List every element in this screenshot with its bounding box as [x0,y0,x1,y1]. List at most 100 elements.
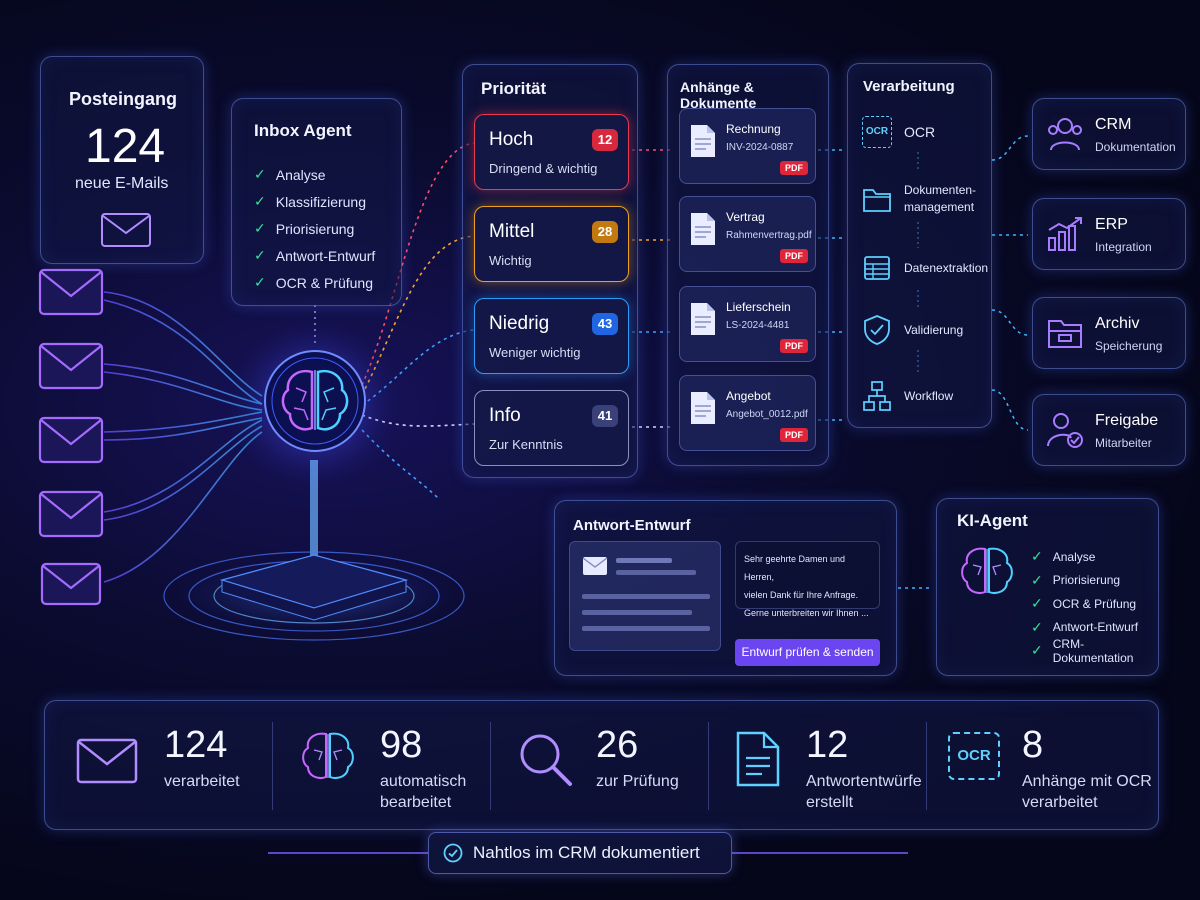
priority-desc: Dringend & wichtig [489,161,598,176]
inbox-label: neue E-Mails [75,175,169,192]
step-label: Workflow [904,388,954,403]
document-card[interactable]: Lieferschein LS-2024-4481 PDF [679,286,816,362]
stat-label: automatisch bearbeitet [380,773,467,811]
archive-icon [1048,320,1082,348]
brain-core [262,348,368,454]
file-icon [691,303,715,335]
target-sub: Speicherung [1095,339,1163,353]
ki-agent-title: KI-Agent [957,511,1028,530]
mail-icon [101,213,151,247]
priority-name: Niedrig [489,313,550,334]
check-icon: ✓ [1031,642,1043,659]
stat-value: 26 [596,724,639,766]
check-icon: ✓ [254,166,266,182]
pdf-badge: PDF [780,428,808,442]
priority-desc: Weniger wichtig [489,345,581,360]
document-card[interactable]: Angebot Angebot_0012.pdf PDF [679,375,816,451]
step-label: Validierung [904,322,964,337]
target-crm[interactable]: CRM Dokumentation [1032,98,1186,170]
document-file: Rahmenvertrag.pdf [726,230,812,241]
shield-check-icon [864,315,890,345]
priority-desc: Zur Kenntnis [489,437,563,452]
priority-title: Priorität [481,79,547,98]
check-icon: ✓ [1031,571,1043,588]
file-icon [691,125,715,157]
target-freigabe[interactable]: Freigabe Mitarbeiter [1032,394,1186,466]
step-label: OCR [904,123,936,140]
attachments-title: Anhänge & Dokumente [680,79,757,111]
bar-chart-icon [1048,217,1082,251]
ki-feature-item: ✓ Analyse [1031,548,1096,565]
review-send-button[interactable]: Entwurf prüfen & senden [735,639,880,666]
ocr-icon: OCR [862,116,892,148]
priority-count-badge: 28 [592,221,618,243]
target-sub: Mitarbeiter [1095,436,1152,450]
stat-divider [490,722,491,810]
file-icon [691,392,715,424]
document-file: Angebot_0012.pdf [726,409,808,420]
document-icon [736,731,780,787]
agent-title: Inbox Agent [254,121,352,140]
ki-feature-item: ✓ Antwort-Entwurf [1031,618,1139,635]
priority-count-badge: 41 [592,405,618,427]
check-icon: ✓ [1031,595,1043,612]
target-name: ERP [1095,216,1128,233]
check-icon: ✓ [254,193,266,209]
stat-divider [926,722,927,810]
step-label: Dokumenten-management [904,183,977,214]
check-circle-icon [443,843,463,863]
stat-label: Antwortentwürfe erstellt [806,773,922,811]
stat-label: verarbeitet [164,773,240,790]
ki-feature-item: ✓ OCR & Prüfung [1031,595,1137,612]
reply-draft-panel: Antwort-Entwurf Sehr geehrte Damen und H… [554,500,897,676]
process-step-extraction: Datenextraktion [862,254,988,282]
process-step-validation: Validierung [862,314,963,346]
reply-title: Antwort-Entwurf [573,517,691,534]
check-icon: ✓ [254,220,266,236]
process-step-ocr: OCR OCR [862,116,935,148]
pdf-badge: PDF [780,339,808,353]
inbox-agent-panel: Inbox Agent ✓ Analyse ✓ Klassifizierung ✓ P… [231,98,402,306]
priority-count-badge: 43 [592,313,618,335]
document-card[interactable]: Rechnung INV-2024-0887 PDF [679,108,816,184]
reply-text-box: Sehr geehrte Damen und Herren, vielen Da… [735,541,880,618]
stat-label: zur Prüfung [596,773,679,790]
users-icon [1048,118,1082,151]
stat-divider [272,722,273,810]
file-icon [691,213,715,245]
stat-value: 98 [380,724,423,766]
preview-line [582,610,692,615]
target-archiv[interactable]: Archiv Speicherung [1032,297,1186,369]
stat-value: 124 [164,724,228,766]
target-erp[interactable]: ERP Integration [1032,198,1186,270]
check-icon: ✓ [254,247,266,263]
priority-high-card[interactable]: Hoch Dringend & wichtig 12 [474,114,629,190]
document-file: LS-2024-4481 [726,320,790,331]
search-icon [520,734,572,786]
priority-name: Info [489,405,521,426]
table-icon [864,256,890,280]
target-name: Archiv [1095,315,1140,332]
pdf-badge: PDF [780,249,808,263]
priority-medium-card[interactable]: Mittel Wichtig 28 [474,206,629,282]
target-sub: Integration [1095,240,1152,254]
inbox-title: Posteingang [69,89,178,109]
step-label: Datenextraktion [904,260,989,275]
check-icon: ✓ [1031,548,1043,565]
pdf-badge: PDF [780,161,808,175]
brain-icon [961,547,1013,594]
inbox-count: 124 [85,120,166,173]
document-card[interactable]: Vertrag Rahmenvertrag.pdf PDF [679,196,816,272]
mail-icon [582,557,608,575]
agent-features: ✓ Analyse ✓ Klassifizierung ✓ Priorisierung… [254,161,375,296]
priority-name: Hoch [489,129,534,150]
preview-line [582,626,710,631]
brain-icon [264,350,366,452]
target-sub: Dokumentation [1095,140,1176,154]
check-icon: ✓ [254,274,266,290]
envelope-icons [38,268,104,606]
priority-info-card[interactable]: Info Zur Kenntnis 41 [474,390,629,466]
workflow-icon [863,381,891,411]
target-name: CRM [1095,116,1132,133]
priority-low-card[interactable]: Niedrig Weniger wichtig 43 [474,298,629,374]
